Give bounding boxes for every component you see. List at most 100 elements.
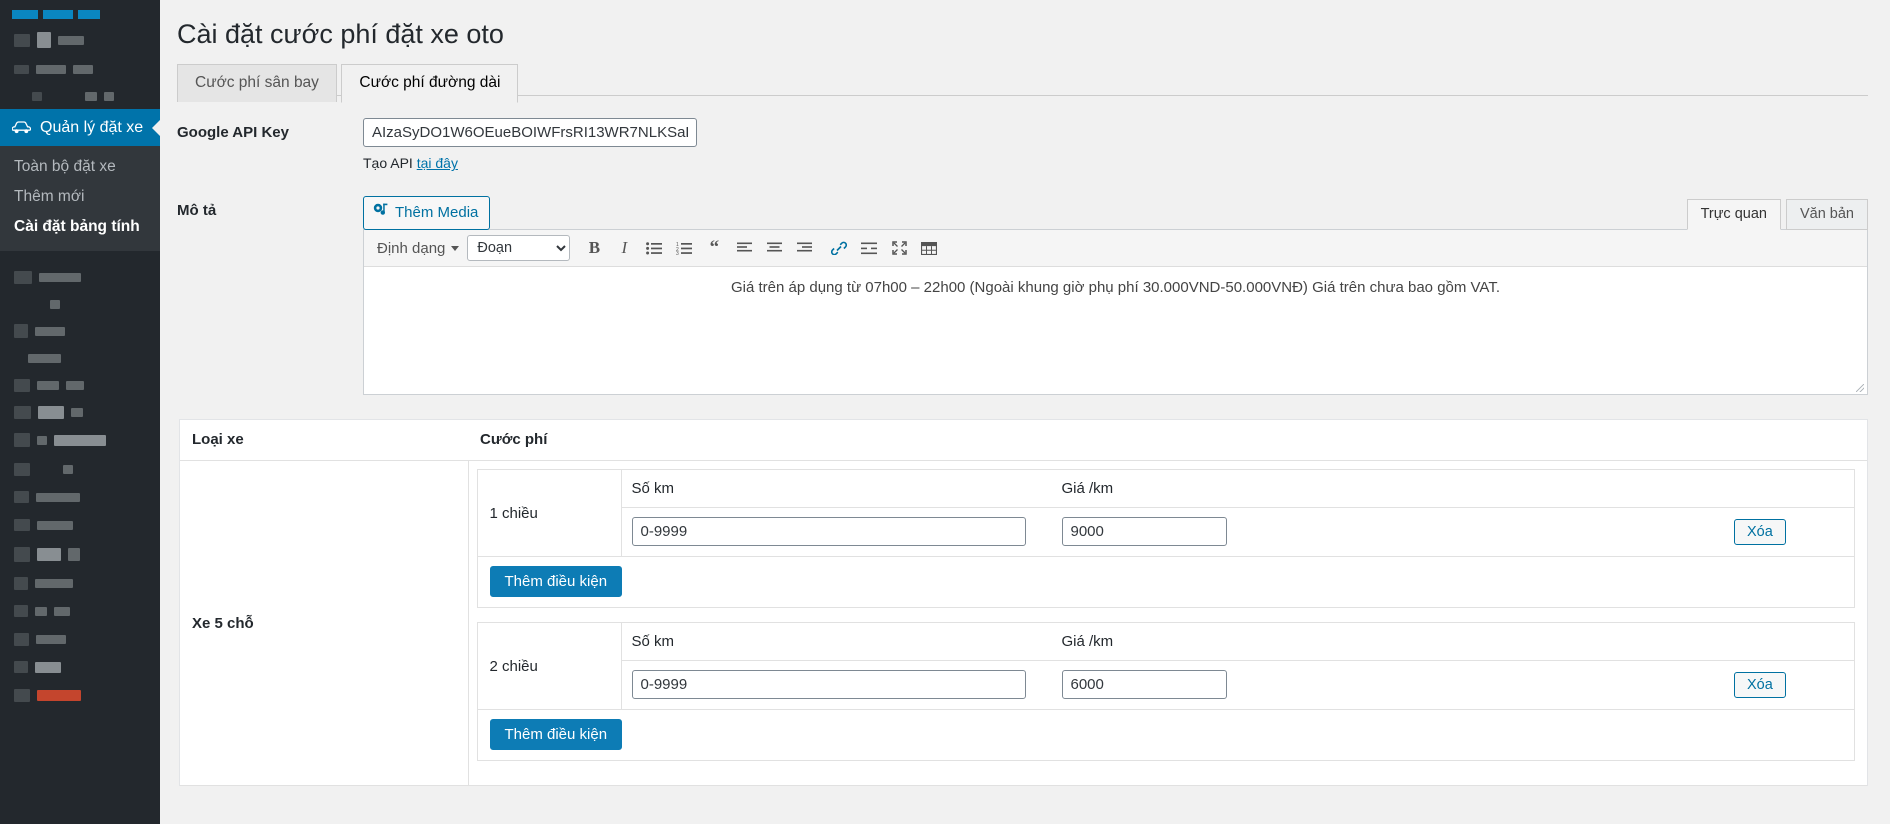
settings-form: Google API Key Tạo API tại đây Mô tả bbox=[160, 118, 1890, 395]
car-icon bbox=[12, 121, 31, 134]
align-right-icon[interactable] bbox=[790, 235, 818, 261]
form-row-description: Mô tả bbox=[177, 196, 1868, 395]
api-key-label: Google API Key bbox=[177, 118, 363, 141]
price-per-km-input-1[interactable] bbox=[1062, 517, 1227, 546]
sidebar-subitem-cai-dat-bang-tinh[interactable]: Cài đặt bảng tính bbox=[0, 212, 160, 242]
api-key-helper-text: Tạo API bbox=[363, 155, 417, 171]
block bbox=[78, 10, 100, 19]
editor-resize-handle[interactable] bbox=[364, 382, 1867, 394]
read-more-icon[interactable] bbox=[855, 235, 883, 261]
sidebar-blurred-item[interactable] bbox=[0, 539, 160, 569]
condition-row: 2 chiều Số km Giá /km bbox=[478, 623, 1855, 709]
vehicle-type-cell: Xe 5 chỗ bbox=[180, 461, 468, 786]
condition-row: 1 chiều Số km Giá /km bbox=[478, 470, 1855, 556]
condition-input-row: Xóa bbox=[622, 661, 1855, 709]
sidebar-blurred-item[interactable] bbox=[0, 371, 160, 399]
direction-label-1: 1 chiều bbox=[478, 470, 622, 556]
sidebar-item-label: Quản lý đặt xe bbox=[40, 119, 143, 137]
km-range-input-2[interactable] bbox=[632, 670, 1026, 699]
sidebar-blurred-item[interactable] bbox=[0, 399, 160, 425]
sidebar-top-blocks bbox=[0, 0, 160, 19]
sidebar-blurred-item[interactable] bbox=[0, 345, 160, 371]
sidebar-subitem-toan-bo-dat-xe[interactable]: Toàn bộ đặt xe bbox=[0, 152, 160, 182]
header-loai-xe: Loại xe bbox=[180, 420, 468, 461]
condition-block-2-chieu: 2 chiều Số km Giá /km bbox=[477, 622, 1856, 761]
add-media-label: Thêm Media bbox=[395, 201, 478, 225]
form-row-api-key: Google API Key Tạo API tại đây bbox=[177, 118, 1868, 171]
sidebar-blurred-item[interactable] bbox=[0, 317, 160, 345]
add-condition-button-1[interactable]: Thêm điều kiện bbox=[490, 566, 623, 597]
tab-cuoc-phi-san-bay[interactable]: Cước phí sân bay bbox=[177, 64, 337, 102]
delete-condition-button-1[interactable]: Xóa bbox=[1734, 519, 1786, 545]
condition-block-1-chieu: 1 chiều Số km Giá /km bbox=[477, 469, 1856, 608]
table-row: Xe 5 chỗ 1 chiều Số km Giá /km bbox=[180, 461, 1867, 786]
sidebar-blurred-item[interactable] bbox=[0, 291, 160, 317]
add-media-button[interactable]: Thêm Media bbox=[363, 196, 490, 230]
price-table: Loại xe Cước phí Xe 5 chỗ 1 chiều bbox=[180, 420, 1867, 786]
italic-icon[interactable]: I bbox=[610, 235, 638, 261]
editor-mode-tabs: Trực quan Văn bản bbox=[1682, 199, 1868, 230]
align-center-icon[interactable] bbox=[760, 235, 788, 261]
sidebar-submenu: Toàn bộ đặt xe Thêm mới Cài đặt bảng tín… bbox=[0, 146, 160, 251]
editor-box: Định dạng Đoạn B I bbox=[363, 229, 1868, 395]
format-dropdown[interactable]: Định dạng bbox=[373, 237, 467, 260]
api-key-helper: Tạo API tại đây bbox=[363, 155, 1868, 171]
link-icon[interactable] bbox=[825, 235, 853, 261]
google-api-key-input[interactable] bbox=[363, 118, 697, 147]
media-icon bbox=[373, 201, 388, 225]
col-header-so-km-2: Số km bbox=[622, 623, 1052, 660]
add-condition-button-2[interactable]: Thêm điều kiện bbox=[490, 719, 623, 750]
sidebar-blurred-item[interactable] bbox=[0, 681, 160, 709]
condition-input-row: Xóa bbox=[622, 508, 1855, 556]
condition-footer-1: Thêm điều kiện bbox=[478, 556, 1855, 607]
fare-cell: 1 chiều Số km Giá /km bbox=[468, 461, 1867, 786]
sidebar-blurred-item[interactable] bbox=[0, 597, 160, 625]
sidebar-blurred-item[interactable] bbox=[0, 625, 160, 653]
format-label: Định dạng bbox=[377, 240, 445, 257]
sidebar-item-quan-ly-dat-xe[interactable]: Quản lý đặt xe bbox=[0, 109, 160, 146]
sidebar-subitem-them-moi[interactable]: Thêm mới bbox=[0, 182, 160, 212]
sidebar-blurred-item[interactable] bbox=[0, 263, 160, 291]
condition-column-headers: Số km Giá /km bbox=[622, 623, 1855, 661]
tab-cuoc-phi-duong-dai[interactable]: Cước phí đường dài bbox=[341, 64, 518, 103]
page-title: Cài đặt cước phí đặt xe oto bbox=[160, 0, 1890, 64]
tab-van-ban[interactable]: Văn bản bbox=[1786, 199, 1868, 230]
editor-header: Thêm Media Trực quan Văn bản bbox=[363, 196, 1868, 230]
editor-content[interactable]: Giá trên áp dụng từ 07h00 – 22h00 (Ngoài… bbox=[364, 267, 1867, 382]
sidebar-blurred-item[interactable] bbox=[0, 425, 160, 455]
sidebar-blurred-item[interactable] bbox=[0, 55, 160, 83]
ordered-list-icon[interactable]: 1 2 3 bbox=[670, 235, 698, 261]
sidebar-blurred-item[interactable] bbox=[0, 511, 160, 539]
align-left-icon[interactable] bbox=[730, 235, 758, 261]
sidebar-blurred-item[interactable] bbox=[0, 83, 160, 109]
block bbox=[43, 10, 73, 19]
price-per-km-input-2[interactable] bbox=[1062, 670, 1227, 699]
block bbox=[12, 10, 38, 19]
direction-label-2: 2 chiều bbox=[478, 623, 622, 709]
tab-truc-quan[interactable]: Trực quan bbox=[1687, 199, 1781, 230]
sidebar-blurred-item[interactable] bbox=[0, 25, 160, 55]
col-header-so-km: Số km bbox=[622, 470, 1052, 507]
chevron-down-icon bbox=[451, 246, 459, 251]
km-range-input-1[interactable] bbox=[632, 517, 1026, 546]
sidebar-blurred-item[interactable] bbox=[0, 483, 160, 511]
editor-toolbar: Định dạng Đoạn B I bbox=[364, 230, 1867, 267]
main-content: Cài đặt cước phí đặt xe oto Cước phí sân… bbox=[160, 0, 1890, 824]
svg-text:3: 3 bbox=[676, 251, 679, 255]
condition-footer-2: Thêm điều kiện bbox=[478, 709, 1855, 760]
header-cuoc-phi: Cước phí bbox=[468, 420, 1867, 461]
fullscreen-icon[interactable] bbox=[885, 235, 913, 261]
sidebar-blurred-item[interactable] bbox=[0, 569, 160, 597]
toolbar-toggle-icon[interactable] bbox=[915, 235, 943, 261]
api-key-helper-link[interactable]: tại đây bbox=[417, 155, 458, 171]
bold-icon[interactable]: B bbox=[580, 235, 608, 261]
price-table-panel: Loại xe Cước phí Xe 5 chỗ 1 chiều bbox=[179, 419, 1868, 786]
admin-screen: Quản lý đặt xe Toàn bộ đặt xe Thêm mới C… bbox=[0, 0, 1890, 824]
tab-bar: Cước phí sân bay Cước phí đường dài bbox=[160, 64, 1890, 96]
delete-condition-button-2[interactable]: Xóa bbox=[1734, 672, 1786, 698]
sidebar-blurred-item[interactable] bbox=[0, 455, 160, 483]
sidebar-blurred-item[interactable] bbox=[0, 653, 160, 681]
blockquote-icon[interactable]: “ bbox=[700, 235, 728, 261]
paragraph-select[interactable]: Đoạn bbox=[467, 235, 570, 261]
unordered-list-icon[interactable] bbox=[640, 235, 668, 261]
